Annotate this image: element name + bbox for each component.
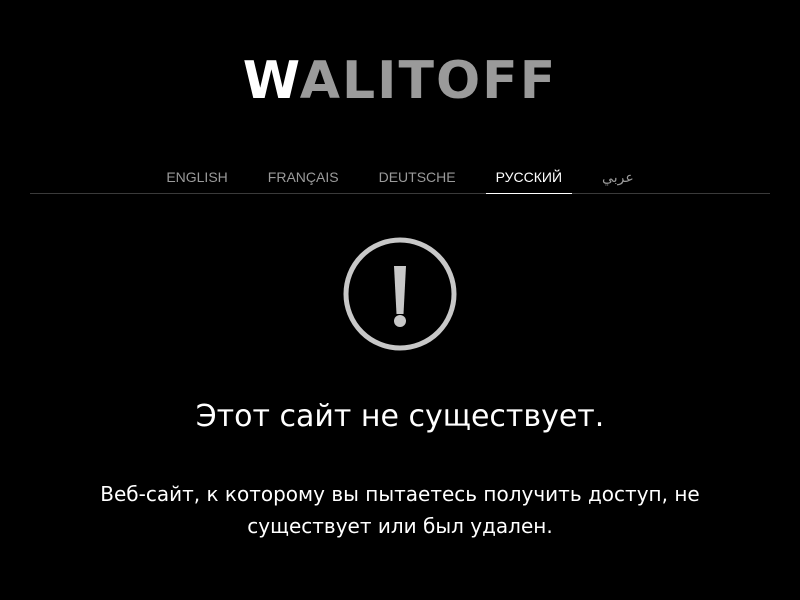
lang-tab-russian[interactable]: РУССКИЙ	[485, 162, 573, 194]
lang-tab-german[interactable]: DEUTSCHE	[369, 162, 466, 193]
logo-rest: ALITOFF	[299, 51, 558, 111]
site-logo[interactable]: WALITOFF	[0, 55, 800, 107]
error-message-line-2: существует или был удален.	[247, 514, 553, 538]
exclamation-circle-icon	[343, 237, 457, 351]
error-message: Веб-сайт, к которому вы пытаетесь получи…	[80, 478, 720, 542]
lang-tab-french[interactable]: FRANÇAIS	[258, 162, 349, 193]
lang-tab-english[interactable]: ENGLISH	[156, 162, 237, 193]
error-message-line-1: Веб-сайт, к которому вы пытаетесь получи…	[100, 482, 700, 506]
lang-tab-arabic[interactable]: عربي	[592, 162, 644, 193]
language-nav: ENGLISH FRANÇAIS DEUTSCHE РУССКИЙ عربي	[30, 162, 770, 194]
logo-first-letter: W	[242, 51, 300, 111]
error-headline: Этот сайт не существует.	[195, 399, 605, 434]
